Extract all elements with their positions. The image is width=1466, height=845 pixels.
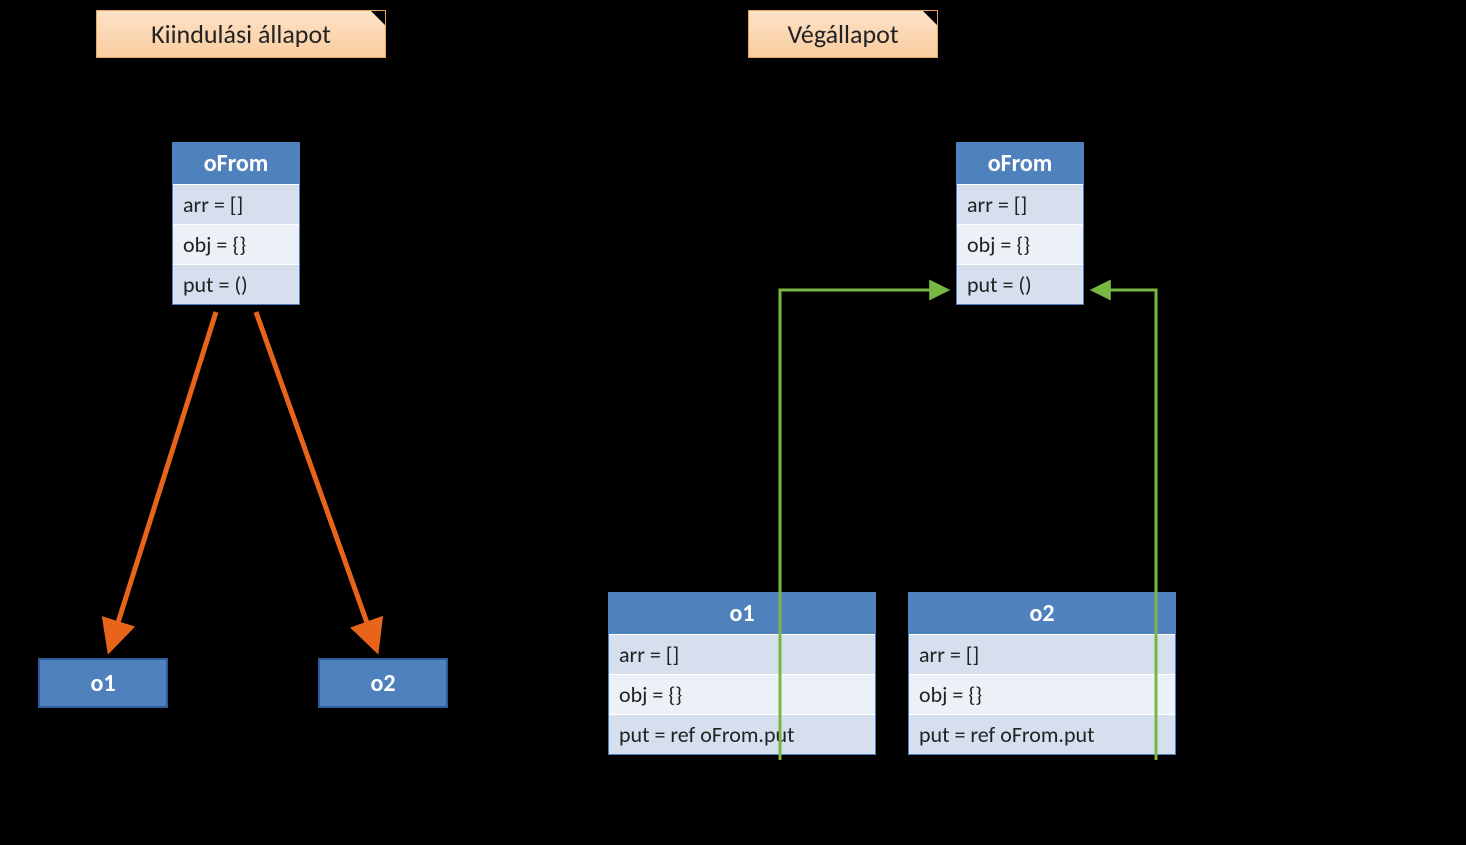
right-ofrom-prop-2: put = () [957, 265, 1083, 304]
right-ofrom-header: oFrom [957, 143, 1083, 185]
right-o1-prop-1: obj = {} [609, 675, 875, 715]
left-o1-box: o1 [38, 658, 168, 708]
right-o2-header: o2 [909, 593, 1175, 635]
right-o1-table: o1 arr = [] obj = {} put = ref oFrom.put [608, 592, 876, 755]
right-ofrom-rows: arr = [] obj = {} put = () [957, 185, 1083, 304]
right-o1-prop-2: put = ref oFrom.put [609, 715, 875, 754]
left-ofrom-prop-2: put = () [173, 265, 299, 304]
arrow-ofrom-to-o2 [256, 312, 376, 648]
right-o1-prop-0: arr = [] [609, 635, 875, 675]
left-ofrom-table: oFrom arr = [] obj = {} put = () [172, 142, 300, 305]
left-ofrom-prop-1: obj = {} [173, 225, 299, 265]
left-o2-box: o2 [318, 658, 448, 708]
right-o1-header: o1 [609, 593, 875, 635]
right-o1-rows: arr = [] obj = {} put = ref oFrom.put [609, 635, 875, 754]
title-right: Végállapot [748, 10, 938, 58]
right-ofrom-prop-0: arr = [] [957, 185, 1083, 225]
left-ofrom-header: oFrom [173, 143, 299, 185]
right-ofrom-prop-1: obj = {} [957, 225, 1083, 265]
right-ofrom-table: oFrom arr = [] obj = {} put = () [956, 142, 1084, 305]
right-o2-prop-0: arr = [] [909, 635, 1175, 675]
arrow-ofrom-to-o1 [110, 312, 216, 648]
right-o2-rows: arr = [] obj = {} put = ref oFrom.put [909, 635, 1175, 754]
right-o2-prop-1: obj = {} [909, 675, 1175, 715]
left-ofrom-rows: arr = [] obj = {} put = () [173, 185, 299, 304]
right-o2-prop-2: put = ref oFrom.put [909, 715, 1175, 754]
title-left: Kiindulási állapot [96, 10, 386, 58]
right-o2-table: o2 arr = [] obj = {} put = ref oFrom.put [908, 592, 1176, 755]
left-ofrom-prop-0: arr = [] [173, 185, 299, 225]
